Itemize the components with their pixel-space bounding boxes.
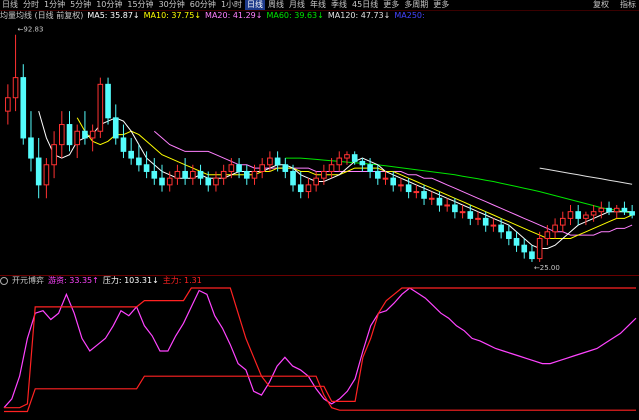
candle-body — [143, 164, 150, 172]
candle-body — [428, 197, 435, 200]
ma5-line — [38, 110, 633, 249]
candle-body — [66, 124, 73, 146]
candle-body — [159, 177, 165, 186]
candle-body — [82, 130, 88, 139]
candle-body — [328, 164, 335, 172]
candle-body — [136, 157, 142, 166]
candle-body — [290, 170, 296, 186]
candle-body — [197, 170, 204, 179]
candle-body — [267, 157, 273, 166]
candle-body — [390, 177, 397, 186]
candle-body — [336, 157, 343, 166]
candle-body — [559, 217, 566, 226]
candle-body — [112, 117, 119, 139]
candle-body — [282, 164, 289, 172]
candle-body — [220, 170, 227, 179]
candle-body — [321, 170, 327, 179]
candle-body — [351, 154, 358, 162]
candle-body — [590, 211, 597, 216]
candle-body — [190, 170, 196, 179]
candle-body — [506, 231, 512, 239]
candle-body — [459, 211, 466, 214]
candle-body — [405, 184, 412, 193]
candle-body — [367, 164, 373, 172]
candle-body — [452, 204, 458, 213]
candle-body — [613, 207, 620, 213]
candle-body — [536, 237, 543, 260]
candle-body — [297, 184, 304, 193]
candle-body — [182, 170, 188, 179]
candle-body — [89, 130, 96, 139]
candle-body — [475, 217, 481, 220]
candle-body — [166, 177, 173, 186]
candle-body — [228, 164, 235, 172]
candle-body — [43, 164, 50, 186]
sub-series-1 — [4, 287, 636, 409]
candle-body — [544, 231, 551, 239]
candle-body — [413, 191, 420, 194]
candle-body — [606, 207, 612, 213]
candle-body — [490, 224, 497, 227]
candle-body — [274, 157, 281, 166]
candle-body — [621, 207, 628, 213]
candle-body — [344, 154, 350, 159]
candle-body — [20, 77, 27, 139]
candle-body — [467, 211, 474, 219]
candle-body — [421, 191, 427, 199]
candle-body — [552, 224, 558, 233]
ma120-line — [539, 167, 633, 185]
price-annotation-0: ←92.83 — [18, 26, 44, 34]
candle-body — [567, 211, 574, 219]
candle-body — [74, 130, 81, 146]
candle-body — [28, 137, 34, 159]
candle-body — [97, 83, 104, 132]
candle-body — [174, 170, 181, 179]
sub-series-0 — [3, 287, 637, 409]
candle-body — [105, 83, 111, 119]
candle-body — [521, 244, 528, 253]
candle-body — [251, 170, 258, 179]
candle-body — [259, 164, 266, 172]
candle-body — [444, 204, 450, 207]
candle-body — [120, 137, 127, 152]
candle-body — [575, 211, 582, 219]
candle-body — [513, 237, 520, 246]
candle-body — [598, 207, 605, 213]
candle-body — [213, 177, 219, 186]
candle-body — [51, 144, 57, 166]
candle-body — [629, 211, 635, 216]
candle-body — [313, 177, 319, 186]
candle-body — [374, 170, 381, 179]
candle-body — [382, 177, 389, 180]
candle-body — [236, 164, 242, 172]
candle-body — [128, 150, 134, 159]
chart-canvas[interactable]: ←92.83 ←25.00 — [0, 0, 639, 420]
candle-body — [35, 157, 42, 186]
candle-body — [482, 217, 489, 226]
candle-body — [5, 97, 11, 112]
candle-body — [498, 224, 504, 233]
candle-body — [58, 124, 65, 146]
candle-body — [583, 214, 589, 219]
candle-body — [205, 177, 212, 186]
candle-body — [529, 251, 535, 260]
candle-body — [398, 184, 404, 187]
candle-body — [436, 197, 443, 206]
candle-body — [305, 184, 312, 193]
ma60-line — [285, 157, 633, 214]
candle-body — [151, 170, 158, 179]
candle-body — [12, 77, 19, 99]
candle-body — [243, 170, 250, 179]
candle-body — [359, 160, 366, 166]
price-annotation-1: ←25.00 — [534, 264, 560, 272]
